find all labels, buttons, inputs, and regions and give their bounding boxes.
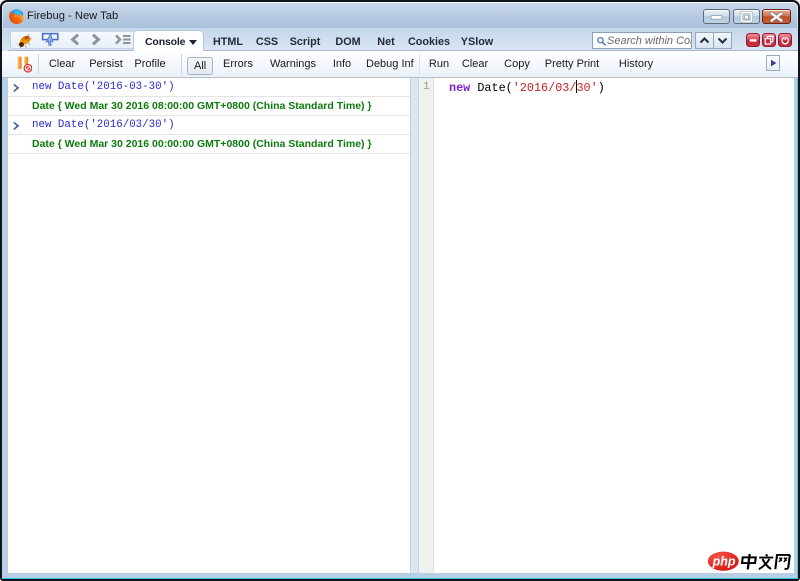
svg-text:php: php [712,555,736,569]
